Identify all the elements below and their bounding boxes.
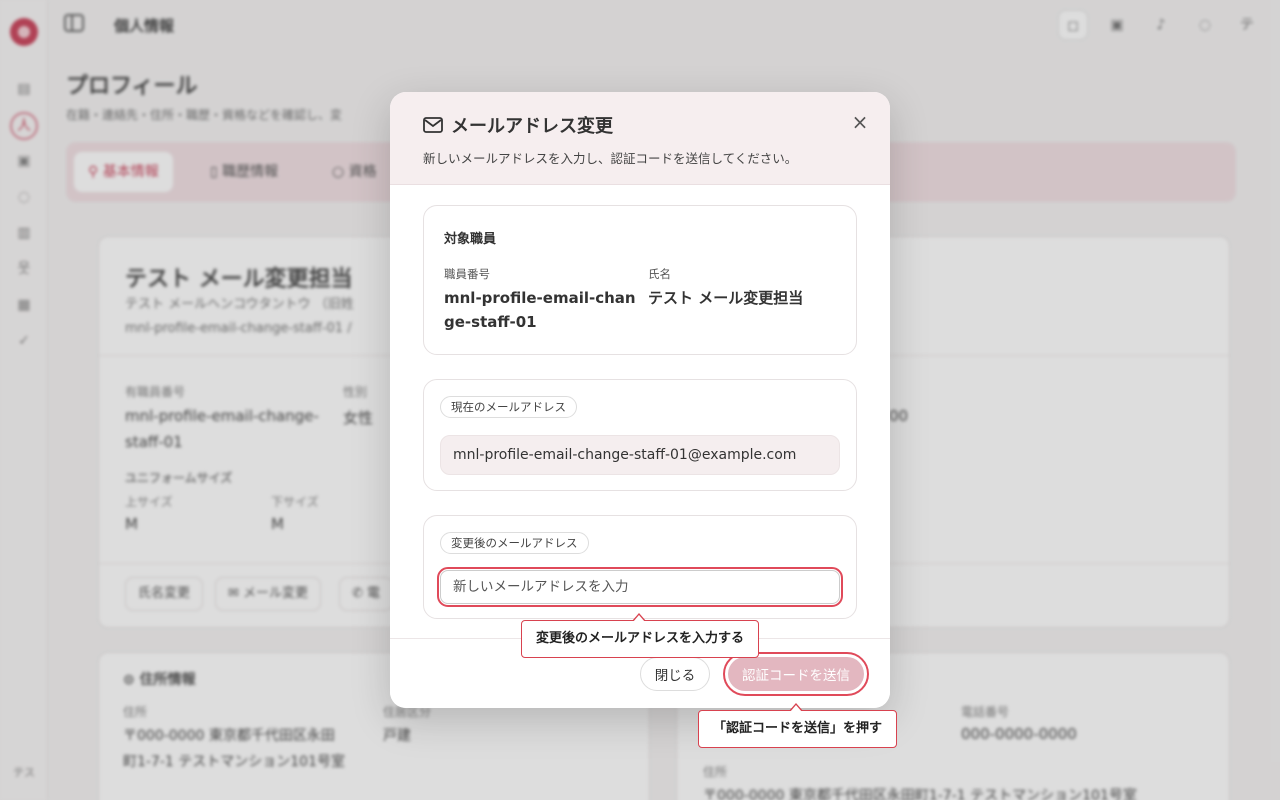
current-email-label: 現在のメールアドレス (440, 396, 577, 418)
send-code-button[interactable]: 認証コードを送信 (723, 652, 869, 696)
name-label: 氏名 (648, 267, 671, 281)
mail-icon (423, 117, 443, 133)
current-email-card: 現在のメールアドレス mnl-profile-email-change-staf… (423, 379, 857, 491)
staff-no-value: mnl-profile-email-chan (444, 289, 636, 307)
new-email-label: 変更後のメールアドレス (440, 532, 589, 554)
close-icon[interactable]: × (848, 110, 872, 134)
dialog-description: 新しいメールアドレスを入力し、認証コードを送信してください。 (423, 151, 798, 166)
new-email-input[interactable] (437, 567, 843, 607)
staff-no-label: 職員番号 (444, 267, 490, 281)
new-email-card: 変更後のメールアドレス (423, 515, 857, 619)
close-button[interactable]: 閉じる (640, 657, 710, 691)
input-hint-callout: 変更後のメールアドレスを入力する (521, 613, 760, 658)
target-staff-card: 対象職員 職員番号 mnl-profile-email-chan ge-staf… (423, 205, 857, 355)
staff-no-value-cont: ge-staff-01 (444, 313, 537, 331)
dialog-title: メールアドレス変更 (451, 116, 613, 137)
dialog-header: メールアドレス変更 新しいメールアドレスを入力し、認証コードを送信してください。… (390, 92, 890, 185)
target-staff-title: 対象職員 (444, 232, 497, 247)
current-email-value: mnl-profile-email-change-staff-01@exampl… (440, 435, 840, 475)
name-value: テスト メール変更担当 (648, 289, 804, 307)
dialog-title-row: メールアドレス変更 (423, 112, 613, 138)
send-hint-callout: 「認証コードを送信」を押す (698, 703, 898, 748)
